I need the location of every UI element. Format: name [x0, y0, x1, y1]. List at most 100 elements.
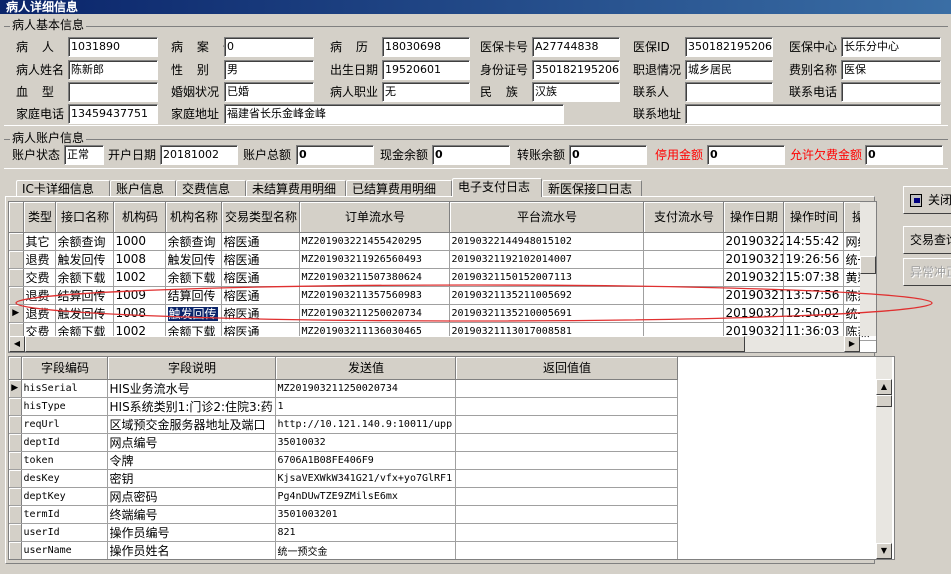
row-indicator[interactable]: [9, 487, 22, 506]
table-row[interactable]: token 令牌 6706A1B08FE406F9: [9, 451, 678, 470]
scroll-down-icon[interactable]: ▼: [876, 543, 892, 559]
payment-log-vscroll[interactable]: [860, 202, 876, 336]
tab-6[interactable]: 新医保接口日志: [542, 180, 642, 197]
account-field-3[interactable]: 0: [432, 145, 510, 165]
contact-address-field[interactable]: [685, 104, 941, 124]
payment-col-header[interactable]: 机构码: [113, 202, 166, 233]
transaction-query-button[interactable]: 交易查询: [903, 226, 951, 254]
home-phone-field[interactable]: 13459437751: [68, 104, 158, 124]
scroll-up-icon[interactable]: ▲: [876, 379, 892, 395]
table-cell: [455, 469, 678, 488]
field-col-header[interactable]: 字段编码: [21, 357, 108, 380]
basic-field-1-0[interactable]: 陈新郎: [68, 60, 158, 80]
table-row[interactable]: reqUrl 区域预交金服务器地址及端口 http://10.121.140.9:1…: [9, 415, 678, 434]
payment-col-header[interactable]: 机构名称: [165, 202, 222, 233]
row-indicator[interactable]: [9, 250, 24, 269]
payment-log-hscroll-thumb[interactable]: [25, 336, 745, 352]
table-row[interactable]: termId 终端编号 3501003201: [9, 505, 678, 524]
table-row[interactable]: ▶ 退费 触发回传 1008 触发回传 榕医通 MZ201903211250020734 20…: [9, 304, 876, 323]
account-field-6[interactable]: 0: [865, 145, 943, 165]
row-indicator[interactable]: [9, 541, 22, 559]
row-indicator[interactable]: [9, 469, 22, 488]
account-field-4[interactable]: 0: [569, 145, 647, 165]
table-cell: 15:07:38: [783, 268, 844, 287]
basic-field-0-1[interactable]: 0: [224, 37, 314, 57]
row-indicator[interactable]: [9, 523, 22, 542]
table-row[interactable]: desKey 密钥 KjsaVEXWkW341G21/vfx+yo7GlRF1: [9, 469, 678, 488]
payment-col-header[interactable]: 操作日期: [723, 202, 784, 233]
scroll-left-icon[interactable]: ◀: [9, 336, 25, 352]
row-indicator[interactable]: [9, 232, 24, 251]
row-indicator[interactable]: [9, 268, 24, 287]
abnormal-reversal-button[interactable]: 异常冲正: [903, 258, 951, 286]
account-field-0[interactable]: 正常: [64, 145, 104, 165]
table-row[interactable]: hisType HIS系统类别1:门诊2:住院3:药 1: [9, 397, 678, 416]
basic-field-0-4[interactable]: 35018219520601: [685, 37, 773, 57]
payment-col-header[interactable]: 交易类型名称: [221, 202, 300, 233]
basic-field-1-3[interactable]: 35018219520601: [532, 60, 620, 80]
table-row[interactable]: 交费 余额下载 1002 余额下载 榕医通 MZ201903211507380624 201…: [9, 268, 876, 287]
payment-col-header[interactable]: 接口名称: [55, 202, 114, 233]
field-col-header[interactable]: 返回值值: [455, 357, 678, 380]
table-row[interactable]: userId 操作员编号 821: [9, 523, 678, 542]
payment-col-header[interactable]: 操作时间: [783, 202, 844, 233]
account-field-1[interactable]: 20181002: [160, 145, 238, 165]
basic-field-2-0[interactable]: [68, 82, 158, 102]
basic-field-1-4[interactable]: 城乡居民: [685, 60, 773, 80]
basic-field-0-5[interactable]: 长乐分中心: [841, 37, 941, 57]
interface-field-grid[interactable]: 字段编码 字段说明 发送值 返回值值 ▶ hisSerial HIS业务流水号 MZ20190…: [8, 356, 895, 560]
scroll-right-icon[interactable]: ▶: [844, 336, 860, 352]
tab-4[interactable]: 已结算费用明细: [346, 180, 452, 197]
row-indicator[interactable]: [9, 397, 22, 416]
basic-field-0-3[interactable]: A27744838: [532, 37, 620, 57]
basic-field-0-2[interactable]: 18030698: [382, 37, 470, 57]
close-button[interactable]: 关闭: [903, 186, 951, 214]
table-row[interactable]: ▶ hisSerial HIS业务流水号 MZ201903211250020734: [9, 379, 678, 398]
home-address-field[interactable]: 福建省长乐金峰金峰: [224, 104, 564, 124]
field-col-header[interactable]: 发送值: [275, 357, 456, 380]
field-grid-vscroll-thumb[interactable]: [876, 395, 892, 407]
table-row[interactable]: 其它 余额查询 1000 余额查询 榕医通 MZ201903221455420295 201…: [9, 232, 876, 251]
basic-field-2-3[interactable]: 汉族: [532, 82, 620, 102]
table-row[interactable]: deptKey 网点密码 Pg4nDUwTZE9ZMilsE6mx: [9, 487, 678, 506]
payment-col-header[interactable]: 订单流水号: [299, 202, 450, 233]
payment-col-header[interactable]: 类型: [23, 202, 56, 233]
row-indicator[interactable]: [9, 286, 24, 305]
payment-col-header[interactable]: 支付流水号: [643, 202, 724, 233]
payment-log-grid[interactable]: 类型 接口名称 机构码 机构名称 交易类型名称 订单流水号 平台流水号 支付流水号 操作日期 操作…: [8, 201, 877, 353]
account-field-2[interactable]: 0: [296, 145, 374, 165]
tab-1[interactable]: 账户信息: [110, 180, 176, 197]
table-cell: 触发回传: [165, 304, 222, 323]
basic-field-1-5[interactable]: 医保: [841, 60, 941, 80]
row-indicator[interactable]: [9, 505, 22, 524]
tab-0[interactable]: IC卡详细信息: [16, 180, 110, 197]
payment-log-hscroll[interactable]: ◀ ▶: [9, 336, 860, 352]
row-indicator[interactable]: [9, 415, 22, 434]
field-col-header[interactable]: 字段说明: [107, 357, 276, 380]
basic-field-1-1[interactable]: 男: [224, 60, 314, 80]
basic-field-2-1[interactable]: 已婚: [224, 82, 314, 102]
basic-field-2-2[interactable]: 无: [382, 82, 470, 102]
tab-5[interactable]: 电子支付日志: [452, 178, 542, 197]
field-grid-vscroll[interactable]: ▲ ▼: [876, 357, 892, 559]
basic-field-1-2[interactable]: 19520601: [382, 60, 470, 80]
row-indicator[interactable]: [9, 433, 22, 452]
table-row[interactable]: 退费 触发回传 1008 触发回传 榕医通 MZ201903211926560493 201…: [9, 250, 876, 269]
table-cell: hisSerial: [21, 379, 108, 398]
basic-field-2-4[interactable]: [685, 82, 773, 102]
tab-2[interactable]: 交费信息: [176, 180, 246, 197]
account-field-5[interactable]: 0: [707, 145, 785, 165]
basic-field-2-5[interactable]: [841, 82, 941, 102]
table-row[interactable]: userName 操作员姓名 统一预交金: [9, 541, 678, 559]
table-row[interactable]: 退费 结算回传 1009 结算回传 榕医通 MZ201903211357560983 201…: [9, 286, 876, 305]
payment-log-vscroll-thumb[interactable]: [860, 256, 876, 274]
basic-label-0-4: 医保ID: [633, 40, 670, 54]
basic-field-0-0[interactable]: 1031890: [68, 37, 158, 57]
table-row[interactable]: deptId 网点编号 35010032: [9, 433, 678, 452]
close-button-label: 关闭: [928, 193, 951, 207]
tab-3[interactable]: 未结算费用明细: [246, 180, 346, 197]
payment-col-header[interactable]: 平台流水号: [449, 202, 644, 233]
row-indicator[interactable]: [9, 451, 22, 470]
current-row-arrow-icon[interactable]: ▶: [9, 379, 22, 398]
current-row-arrow-icon[interactable]: ▶: [9, 304, 24, 323]
